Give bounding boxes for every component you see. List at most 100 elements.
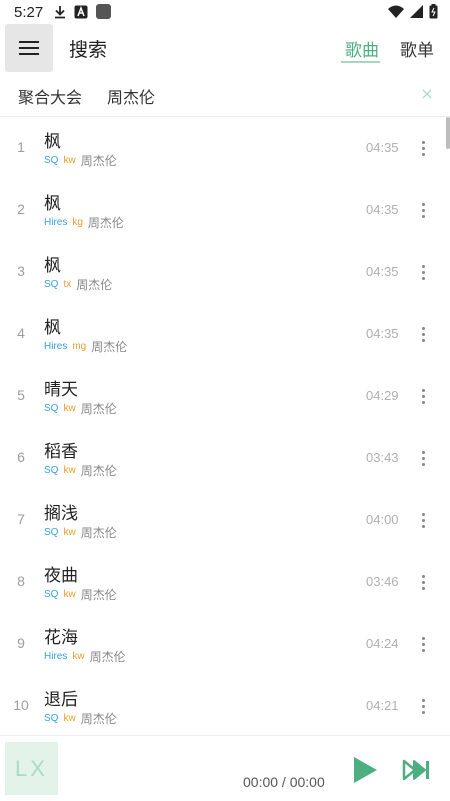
more-vert-icon[interactable] <box>413 260 433 284</box>
song-row[interactable]: 7 搁浅 SQ kw 周杰伦 04:00 <box>0 489 450 551</box>
download-icon <box>55 5 65 18</box>
menu-button[interactable] <box>5 24 53 72</box>
battery-icon <box>429 4 438 19</box>
quality-badge: SQ <box>44 589 59 600</box>
song-duration: 03:43 <box>366 450 399 465</box>
quality-badge: SQ <box>44 527 59 538</box>
song-row[interactable]: 6 稻香 SQ kw 周杰伦 03:43 <box>0 427 450 489</box>
search-input[interactable]: 周杰伦 <box>107 84 155 108</box>
status-bar: 5:27 <box>0 0 450 24</box>
song-artist: 周杰伦 <box>87 216 124 230</box>
song-duration: 04:35 <box>366 140 399 155</box>
song-row[interactable]: 10 退后 SQ kw 周杰伦 04:21 <box>0 675 450 737</box>
song-number: 4 <box>17 325 25 341</box>
more-vert-icon[interactable] <box>413 694 433 718</box>
song-row[interactable]: 4 枫 Hires mg 周杰伦 04:35 <box>0 303 450 365</box>
status-time: 5:27 <box>14 4 44 21</box>
song-title: 枫 <box>44 256 61 276</box>
more-vert-icon[interactable] <box>413 570 433 594</box>
source-badge: kw <box>63 155 76 166</box>
more-vert-icon[interactable] <box>413 446 433 470</box>
song-duration: 03:46 <box>366 574 399 589</box>
signal-icon <box>410 4 423 18</box>
song-duration: 04:29 <box>366 388 399 403</box>
more-vert-icon[interactable] <box>413 198 433 222</box>
source-badge: kw <box>63 527 76 538</box>
song-number: 2 <box>17 201 25 217</box>
source-badge: kw <box>63 589 76 600</box>
close-icon[interactable] <box>419 86 435 102</box>
song-row[interactable]: 3 枫 SQ tx 周杰伦 04:35 <box>0 241 450 303</box>
song-title: 枫 <box>44 194 61 214</box>
quality-badge: SQ <box>44 465 59 476</box>
tab-playlists[interactable]: 歌单 <box>400 36 434 61</box>
song-row[interactable]: 9 花海 Hires kw 周杰伦 04:24 <box>0 613 450 675</box>
wifi-icon <box>388 5 404 18</box>
song-duration: 04:35 <box>366 326 399 341</box>
song-artist: 周杰伦 <box>89 650 126 664</box>
play-icon[interactable] <box>350 754 380 786</box>
song-row[interactable]: 8 夜曲 SQ kw 周杰伦 03:46 <box>0 551 450 613</box>
source-badge: kw <box>63 465 76 476</box>
skip-next-icon[interactable] <box>402 758 432 782</box>
search-bar: 聚合大会 周杰伦 <box>0 72 450 117</box>
song-title: 枫 <box>44 132 61 152</box>
song-duration: 04:35 <box>366 264 399 279</box>
song-number: 7 <box>17 511 25 527</box>
song-duration: 04:35 <box>366 202 399 217</box>
song-row[interactable]: 5 晴天 SQ kw 周杰伦 04:29 <box>0 365 450 427</box>
quality-badge: Hires <box>44 341 68 352</box>
more-vert-icon[interactable] <box>413 384 433 408</box>
song-number: 6 <box>17 449 25 465</box>
song-artist: 周杰伦 <box>80 464 117 478</box>
source-badge: kw <box>63 403 76 414</box>
album-cover[interactable]: LX <box>5 742 58 795</box>
source-badge: kg <box>72 217 83 228</box>
song-artist: 周杰伦 <box>76 278 113 292</box>
source-badge: tx <box>63 279 72 290</box>
playback-time: 00:00 / 00:00 <box>243 774 325 790</box>
source-badge: mg <box>72 341 87 352</box>
more-vert-icon[interactable] <box>413 508 433 532</box>
quality-badge: SQ <box>44 155 59 166</box>
song-number: 3 <box>17 263 25 279</box>
song-duration: 04:00 <box>366 512 399 527</box>
song-number: 1 <box>17 139 25 155</box>
a-badge-icon <box>74 5 88 18</box>
menu-icon <box>19 41 39 55</box>
more-vert-icon[interactable] <box>413 136 433 160</box>
song-duration: 04:21 <box>366 698 399 713</box>
quality-badge: SQ <box>44 279 59 290</box>
song-number: 5 <box>17 387 25 403</box>
song-row[interactable]: 2 枫 Hires kg 周杰伦 04:35 <box>0 179 450 241</box>
song-title: 花海 <box>44 628 78 648</box>
song-artist: 周杰伦 <box>80 588 117 602</box>
quality-badge: Hires <box>44 651 68 662</box>
song-title: 稻香 <box>44 442 78 462</box>
song-title: 晴天 <box>44 380 78 400</box>
source-badge: kw <box>72 651 85 662</box>
tab-songs[interactable]: 歌曲 <box>345 36 379 61</box>
search-source-selector[interactable]: 聚合大会 <box>18 84 82 108</box>
app-header: 搜索 歌曲 歌单 <box>0 24 450 72</box>
song-title: 退后 <box>44 690 78 710</box>
source-badge: kw <box>63 713 76 724</box>
quality-badge: SQ <box>44 713 59 724</box>
quality-badge: SQ <box>44 403 59 414</box>
song-number: 10 <box>13 697 29 713</box>
song-number: 8 <box>17 573 25 589</box>
square-icon <box>96 4 111 19</box>
quality-badge: Hires <box>44 217 68 228</box>
song-list: 1 枫 SQ kw 周杰伦 04:35 2 枫 Hires kg 周杰伦 04:… <box>0 117 450 737</box>
song-artist: 周杰伦 <box>80 402 117 416</box>
song-row[interactable]: 1 枫 SQ kw 周杰伦 04:35 <box>0 117 450 179</box>
song-artist: 周杰伦 <box>91 340 128 354</box>
song-artist: 周杰伦 <box>80 712 117 726</box>
tab-active-indicator <box>341 61 380 63</box>
song-title: 搁浅 <box>44 504 78 524</box>
song-artist: 周杰伦 <box>80 526 117 540</box>
more-vert-icon[interactable] <box>413 322 433 346</box>
page-title: 搜索 <box>69 39 108 61</box>
song-duration: 04:24 <box>366 636 399 651</box>
more-vert-icon[interactable] <box>413 632 433 656</box>
